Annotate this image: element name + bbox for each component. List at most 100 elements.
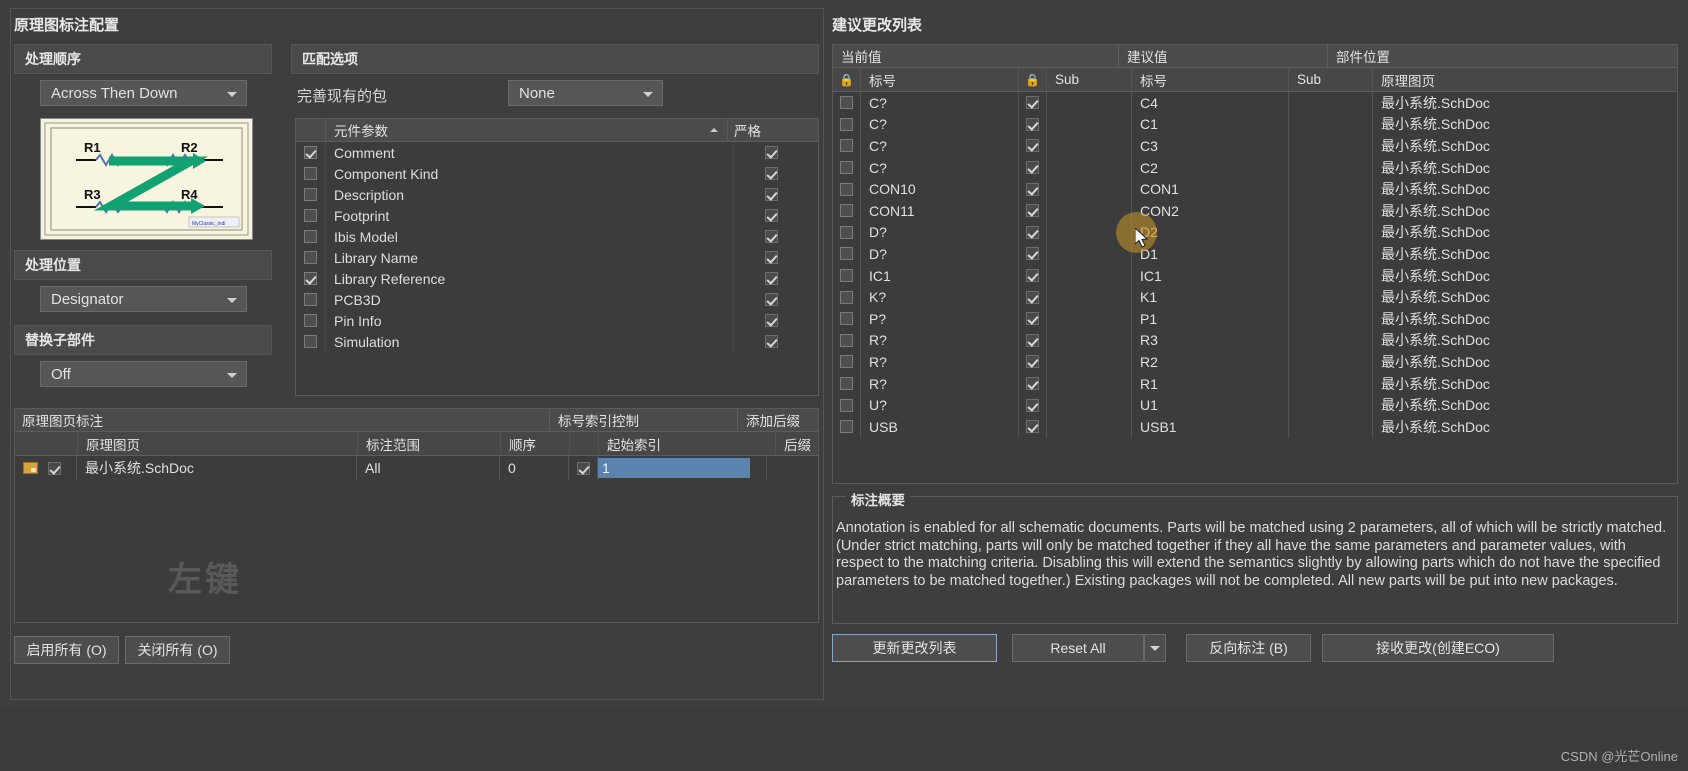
table-row[interactable]: Ibis Model [296,226,818,247]
match-row-checkbox[interactable] [304,272,317,285]
back-annotate-button[interactable]: 反向标注 (B) [1186,634,1311,662]
cell-proposed-designator[interactable]: C1 [1132,113,1289,136]
cell-proposed-designator[interactable]: CON1 [1132,178,1289,200]
match-col-strict[interactable]: 严格 [728,119,818,141]
table-row[interactable]: Footprint [296,205,818,226]
row-select-checkbox[interactable] [840,290,853,304]
match-row-checkbox[interactable] [304,230,317,243]
table-row[interactable]: R? R3 最小系统.SchDoc [833,329,1677,352]
row-sub-lock-checkbox[interactable] [1026,420,1039,434]
row-sub-lock-checkbox[interactable] [1026,225,1039,239]
row-sub-lock-checkbox[interactable] [1026,269,1039,283]
row-select-checkbox[interactable] [840,139,853,153]
row-select-checkbox[interactable] [840,355,853,369]
table-row[interactable]: Comment [296,142,818,163]
process-order-select[interactable]: Across Then Down [40,80,247,106]
row-select-checkbox[interactable] [840,117,853,131]
table-row[interactable]: Library Reference [296,268,818,289]
cell-proposed-designator[interactable]: IC1 [1132,264,1289,287]
row-sub-lock-checkbox[interactable] [1026,117,1039,131]
sheet-row-enable-checkbox[interactable] [48,461,61,475]
row-sub-lock-checkbox[interactable] [1026,355,1039,369]
cell-proposed-designator[interactable]: C2 [1132,156,1289,179]
existing-packages-select[interactable]: None [508,80,663,106]
process-position-select[interactable]: Designator [40,286,247,312]
table-row[interactable]: R? R1 最小系统.SchDoc [833,372,1677,395]
row-select-checkbox[interactable] [840,312,853,326]
table-row[interactable]: C? C1 最小系统.SchDoc [833,113,1677,136]
table-row[interactable]: K? K1 最小系统.SchDoc [833,286,1677,308]
row-select-checkbox[interactable] [840,96,853,110]
match-row-strict-checkbox[interactable] [765,167,778,180]
enable-all-button[interactable]: 启用所有 (O) [14,636,119,664]
match-row-strict-checkbox[interactable] [765,335,778,348]
cell-proposed-designator[interactable]: USB1 [1132,415,1289,438]
sheet-row-order[interactable]: 0 [500,456,569,480]
row-sub-lock-checkbox[interactable] [1026,333,1039,347]
table-row[interactable]: Library Name [296,247,818,268]
match-row-checkbox[interactable] [304,293,317,306]
row-sub-lock-checkbox[interactable] [1026,312,1039,326]
col-current-sub[interactable]: Sub [1047,68,1132,91]
match-col-parameter[interactable]: 元件参数 [326,119,728,141]
match-row-strict-checkbox[interactable] [765,293,778,306]
match-row-checkbox[interactable] [304,146,317,159]
match-row-checkbox[interactable] [304,251,317,264]
match-row-strict-checkbox[interactable] [765,272,778,285]
table-row[interactable]: Pin Info [296,310,818,331]
match-row-checkbox[interactable] [304,335,317,348]
col-scope[interactable]: 标注范围 [358,432,501,455]
table-row[interactable]: 最小系统.SchDoc All 0 1 [15,456,818,480]
cell-proposed-designator[interactable]: R3 [1132,329,1289,352]
row-sub-lock-checkbox[interactable] [1026,290,1039,304]
sheet-row-scope[interactable]: All [357,456,500,480]
col-sheet-name[interactable]: 原理图页 [78,432,358,455]
table-row[interactable]: USB USB1 最小系统.SchDoc [833,415,1677,438]
col-proposed-designator[interactable]: 标号 [1132,68,1289,91]
replace-subpart-select[interactable]: Off [40,361,247,387]
table-row[interactable]: C? C4 最小系统.SchDoc [833,92,1677,114]
cell-proposed-designator[interactable]: K1 [1132,286,1289,308]
col-suffix[interactable]: 后缀 [776,432,818,455]
table-row[interactable]: C? C3 最小系统.SchDoc [833,135,1677,157]
match-row-strict-checkbox[interactable] [765,230,778,243]
match-row-strict-checkbox[interactable] [765,314,778,327]
cell-proposed-designator[interactable]: CON2 [1132,199,1289,222]
row-sub-lock-checkbox[interactable] [1026,247,1039,261]
row-select-checkbox[interactable] [840,182,853,196]
row-select-checkbox[interactable] [840,161,853,175]
cell-proposed-designator[interactable]: R2 [1132,351,1289,373]
sheet-row-index-checkbox[interactable] [576,461,590,475]
table-row[interactable]: Component Kind [296,163,818,184]
row-sub-lock-checkbox[interactable] [1026,182,1039,196]
row-sub-lock-checkbox[interactable] [1026,377,1039,391]
col-schematic-sheet[interactable]: 原理图页 [1373,68,1677,91]
table-row[interactable]: CON11 CON2 最小系统.SchDoc [833,199,1677,222]
row-select-checkbox[interactable] [840,333,853,347]
update-change-list-button[interactable]: 更新更改列表 [832,634,997,662]
row-sub-lock-checkbox[interactable] [1026,204,1039,218]
cell-proposed-designator[interactable]: U1 [1132,394,1289,416]
table-row[interactable]: Description [296,184,818,205]
table-row[interactable]: CON10 CON1 最小系统.SchDoc [833,178,1677,200]
accept-changes-button[interactable]: 接收更改(创建ECO) [1322,634,1554,662]
match-row-checkbox[interactable] [304,167,317,180]
cell-proposed-designator[interactable]: C4 [1132,92,1289,114]
disable-all-button[interactable]: 关闭所有 (O) [125,636,230,664]
col-current-designator[interactable]: 标号 [861,68,1019,91]
row-select-checkbox[interactable] [840,398,853,412]
col-proposed-sub[interactable]: Sub [1289,68,1373,91]
cell-proposed-designator[interactable]: D1 [1132,243,1289,265]
match-row-strict-checkbox[interactable] [765,146,778,159]
row-select-checkbox[interactable] [840,269,853,283]
row-select-checkbox[interactable] [840,225,853,239]
table-row[interactable]: IC1 IC1 最小系统.SchDoc [833,264,1677,287]
row-select-checkbox[interactable] [840,377,853,391]
match-row-checkbox[interactable] [304,188,317,201]
cell-proposed-designator[interactable]: P1 [1132,307,1289,330]
row-select-checkbox[interactable] [840,204,853,218]
table-row[interactable]: U? U1 最小系统.SchDoc [833,394,1677,416]
row-select-checkbox[interactable] [840,247,853,261]
table-row[interactable]: D?D2最小系统.SchDoc [833,221,1677,244]
cell-proposed-designator[interactable]: R1 [1132,372,1289,395]
